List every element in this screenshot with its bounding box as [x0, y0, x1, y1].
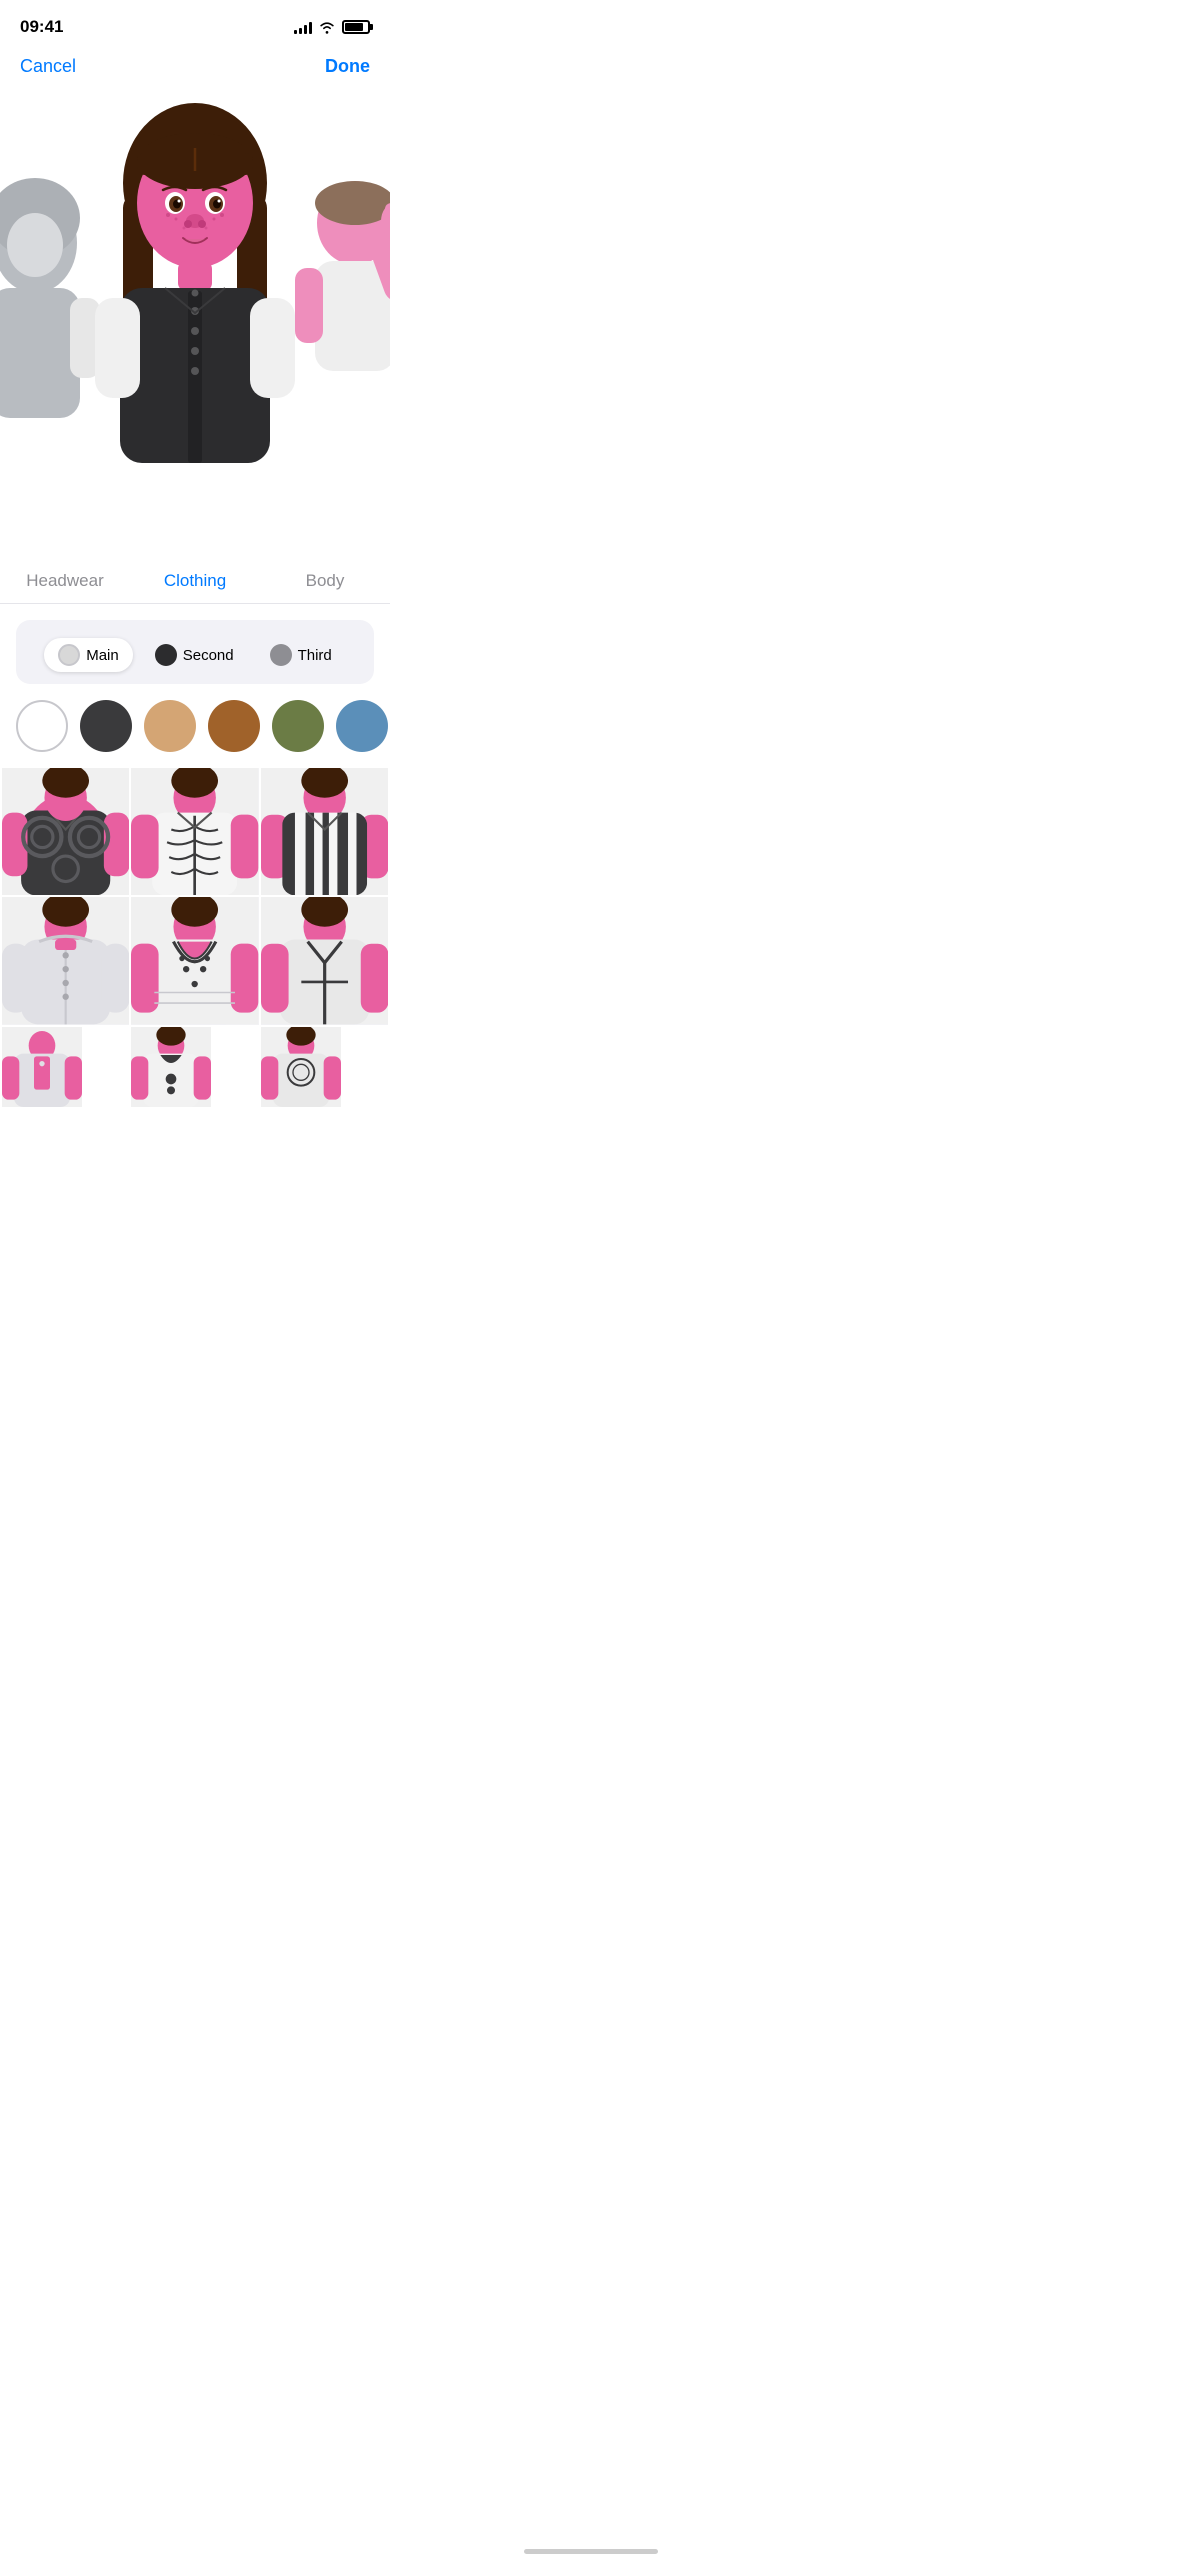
- variant-selector: Main Second Third: [16, 620, 374, 684]
- signal-icon: [294, 20, 312, 34]
- tab-headwear[interactable]: Headwear: [0, 563, 130, 603]
- clothing-grid: [0, 760, 390, 1115]
- variant-third-dot: [270, 644, 292, 666]
- home-indicator: [0, 2541, 1181, 2560]
- category-tabs: Headwear Clothing Body: [0, 553, 390, 604]
- swatch-brown[interactable]: [208, 700, 260, 752]
- avatar-center: [80, 93, 310, 553]
- tab-clothing[interactable]: Clothing: [130, 563, 260, 603]
- home-bar: [524, 2549, 658, 2554]
- variant-third[interactable]: Third: [256, 638, 346, 672]
- tab-body[interactable]: Body: [260, 563, 390, 603]
- avatar-section: [0, 93, 390, 553]
- clothing-item-3[interactable]: [261, 768, 388, 895]
- avatar-right[interactable]: [290, 153, 390, 513]
- swatch-tan[interactable]: [144, 700, 196, 752]
- nav-bar: Cancel Done: [0, 48, 390, 93]
- clothing-item-4[interactable]: [2, 897, 129, 1024]
- variant-third-label: Third: [298, 647, 332, 664]
- variant-second-dot: [155, 644, 177, 666]
- status-bar: 09:41: [0, 0, 390, 48]
- status-icons: [294, 20, 370, 34]
- clothing-item-1[interactable]: [2, 768, 129, 895]
- clothing-item-7[interactable]: [2, 1027, 82, 1107]
- wifi-icon: [318, 20, 336, 34]
- status-time: 09:41: [20, 17, 63, 37]
- battery-icon: [342, 20, 370, 34]
- clothing-item-6[interactable]: [261, 897, 388, 1024]
- clothing-item-5[interactable]: [131, 897, 258, 1024]
- swatch-olive[interactable]: [272, 700, 324, 752]
- swatch-dark-gray[interactable]: [80, 700, 132, 752]
- swatch-blue[interactable]: [336, 700, 388, 752]
- clothing-item-2[interactable]: [131, 768, 258, 895]
- variant-second[interactable]: Second: [141, 638, 248, 672]
- swatch-white[interactable]: [16, 700, 68, 752]
- clothing-item-9[interactable]: [261, 1027, 341, 1107]
- variant-main[interactable]: Main: [44, 638, 133, 672]
- variant-main-dot: [58, 644, 80, 666]
- done-button[interactable]: Done: [325, 56, 370, 77]
- variant-second-label: Second: [183, 647, 234, 664]
- color-swatches-row: [0, 684, 390, 760]
- cancel-button[interactable]: Cancel: [20, 56, 76, 77]
- clothing-item-8[interactable]: [131, 1027, 211, 1107]
- variant-main-label: Main: [86, 647, 119, 664]
